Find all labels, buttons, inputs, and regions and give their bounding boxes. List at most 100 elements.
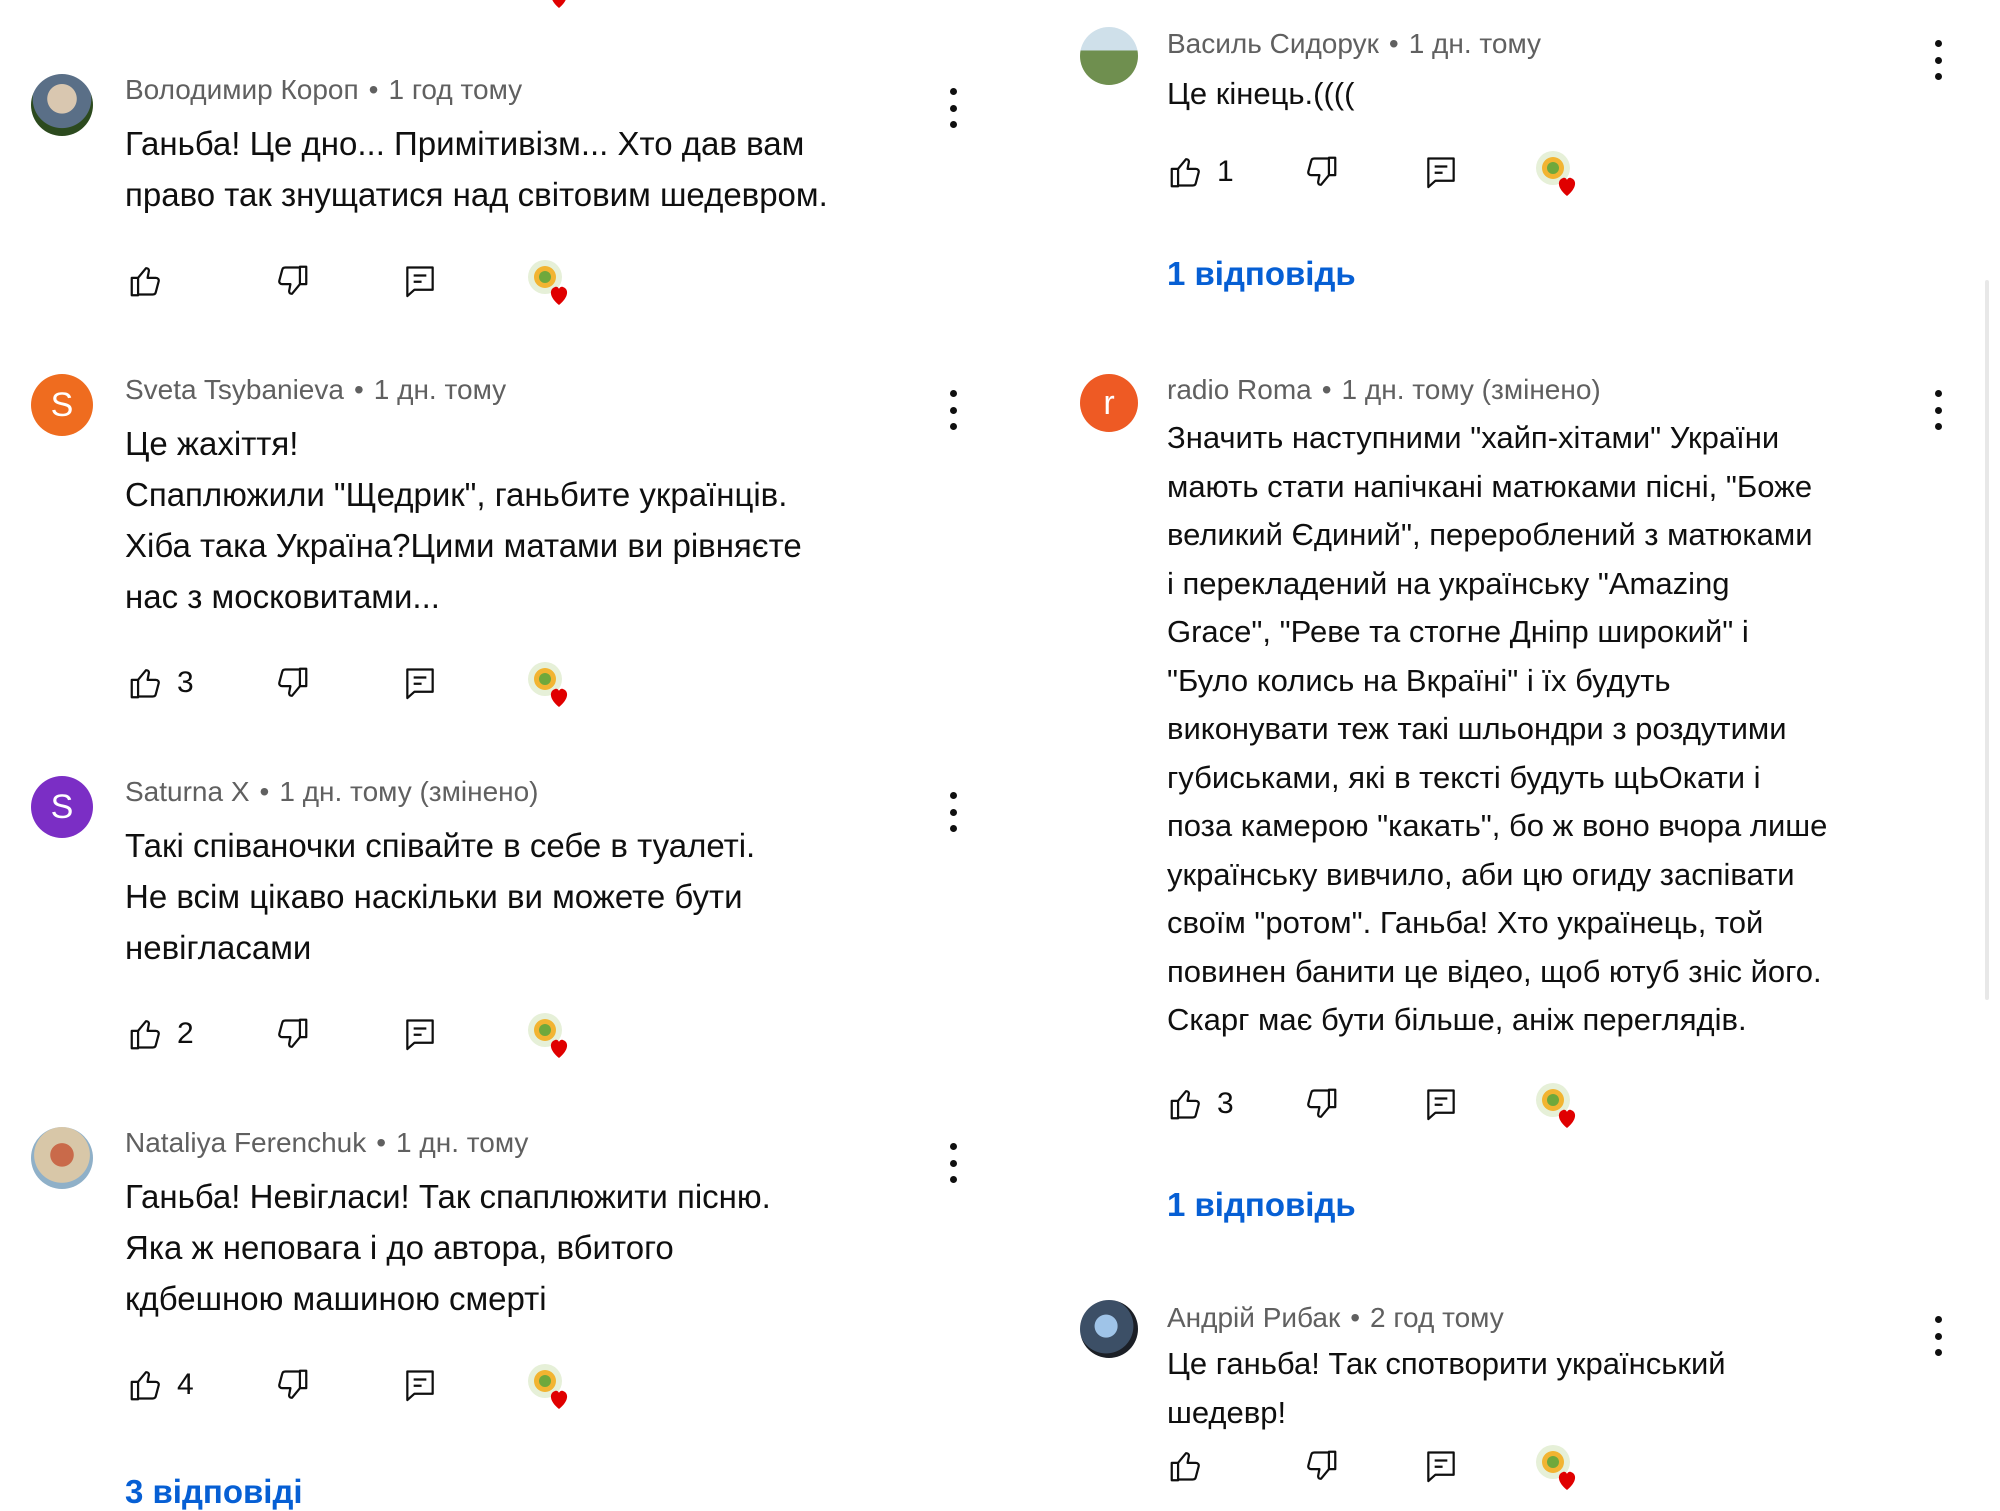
like-button[interactable]: 1 [1167, 150, 1234, 194]
comment-time[interactable]: 2 год тому [1370, 1302, 1504, 1333]
creator-heart-icon [1533, 148, 1583, 198]
comment-text: Ганьба! Невігласи! Так спаплюжити пісню.… [125, 1171, 965, 1324]
dislike-button[interactable] [273, 661, 311, 705]
meta-separator: • [259, 776, 270, 807]
like-button[interactable] [1167, 1444, 1205, 1488]
comment-line: Це кінець.(((( [1167, 76, 1355, 111]
left-comment-column: Володимир Короп • 1 год тому Ганьба! Це дн… [0, 0, 1000, 1510]
comment-line: Скарг має бути більше, аніж переглядів. [1167, 1002, 1747, 1037]
dislike-button[interactable] [1302, 1444, 1340, 1488]
comment-line: Це жахіття! [125, 425, 299, 462]
comment-line: українську вивчило, аби цю огиду заспіва… [1167, 856, 1795, 892]
comment-line: Спаплюжили "Щедрик", ганьбите українців. [125, 476, 788, 513]
like-button[interactable]: 2 [127, 1012, 194, 1056]
comment-author[interactable]: Sveta Tsybanieva [125, 374, 344, 405]
comment-thread: Володимир Короп • 1 год тому Ганьба! Це дн… [0, 0, 1000, 330]
dislike-button[interactable] [1302, 1082, 1340, 1126]
comment-line: право так знущатися над світовим шедевро… [125, 176, 828, 213]
comment-author[interactable]: Василь Сидорук [1167, 28, 1379, 59]
reply-button[interactable] [401, 259, 439, 303]
reply-icon [401, 262, 439, 300]
dislike-button[interactable] [1302, 150, 1340, 194]
comment-line: Не всім цікаво наскільки ви можете бути [125, 878, 743, 915]
meta-separator: • [368, 74, 379, 105]
comment-time[interactable]: 1 дн. тому (змінено) [279, 776, 538, 807]
comment-author[interactable]: Володимир Короп [125, 74, 359, 105]
comment-line: шедевр! [1167, 1394, 1287, 1430]
comment-time[interactable]: 1 год тому [388, 74, 522, 105]
reply-icon [1422, 1085, 1460, 1123]
like-count: 3 [1217, 1087, 1234, 1120]
comment-time[interactable]: 1 дн. тому [1409, 28, 1541, 59]
comment-author[interactable]: Saturna X [125, 776, 250, 807]
meta-separator: • [1388, 28, 1399, 59]
comment-time[interactable]: 1 дн. тому [374, 374, 506, 405]
like-button[interactable] [127, 259, 165, 303]
thumbs-up-icon [127, 262, 165, 300]
comment-author[interactable]: Андрій Рибак [1167, 1302, 1340, 1333]
comment-actions [125, 259, 625, 309]
meta-separator: • [376, 1127, 387, 1158]
comment-line: Хіба така Україна?Цими матами ви рівняєт… [125, 527, 802, 564]
avatar[interactable]: r [1080, 374, 1138, 432]
avatar[interactable] [1080, 1300, 1138, 1358]
creator-heart-icon [525, 1010, 575, 1060]
dislike-button[interactable] [273, 1363, 311, 1407]
meta-separator: • [1321, 374, 1332, 405]
comment-meta: Андрій Рибак • 2 год тому [1167, 1302, 1504, 1334]
comment-time[interactable]: 1 дн. тому (змінено) [1342, 374, 1601, 405]
view-replies-link[interactable]: 1 відповідь [1167, 1186, 1356, 1224]
thumbs-up-icon [1167, 1447, 1205, 1485]
comment-thread: S Sveta Tsybanieva • 1 дн. тому Це жахіття… [0, 370, 1000, 720]
like-count: 2 [177, 1017, 194, 1050]
avatar[interactable]: S [31, 776, 93, 838]
comment-thread: S Saturna X • 1 дн. тому (змінено) Такі сп… [0, 772, 1000, 1072]
scrollbar[interactable] [1985, 280, 1989, 1000]
reply-button[interactable] [1422, 1082, 1460, 1126]
like-count: 4 [177, 1368, 194, 1401]
thumbs-up-icon [127, 1015, 165, 1053]
comment-actions: 1 [1167, 150, 1667, 200]
comment-line: Це ганьба! Так спотворити український [1167, 1346, 1726, 1381]
reply-button[interactable] [1422, 1444, 1460, 1488]
comment-text: Це ганьба! Так спотворити український ше… [1167, 1340, 1997, 1437]
comment-line: кдбешною машиною смерті [125, 1280, 547, 1317]
avatar[interactable] [31, 1127, 93, 1189]
comment-line: поза камерою "какать", бо ж воно вчора л… [1167, 808, 1828, 843]
reply-button[interactable] [401, 661, 439, 705]
like-count: 3 [177, 666, 194, 699]
thumbs-down-icon [273, 1366, 311, 1404]
avatar[interactable]: S [31, 374, 93, 436]
comment-meta: Василь Сидорук • 1 дн. тому [1167, 28, 1541, 60]
dislike-button[interactable] [273, 259, 311, 303]
like-button[interactable]: 4 [127, 1363, 194, 1407]
avatar[interactable] [1080, 27, 1138, 85]
thumbs-down-icon [1302, 1447, 1340, 1485]
reply-button[interactable] [401, 1012, 439, 1056]
thumbs-up-icon [1167, 1085, 1205, 1123]
view-replies-link[interactable]: 3 відповіді [125, 1473, 303, 1511]
reply-icon [401, 1366, 439, 1404]
comment-line: нас з московитами... [125, 578, 440, 615]
comment-actions: 2 [125, 1012, 625, 1062]
comment-author[interactable]: Nataliya Ferenchuk [125, 1127, 366, 1158]
avatar[interactable] [31, 74, 93, 136]
like-button[interactable]: 3 [127, 661, 194, 705]
thumbs-down-icon [273, 262, 311, 300]
comment-author[interactable]: radio Roma [1167, 374, 1312, 405]
thumbs-down-icon [1302, 1085, 1340, 1123]
like-button[interactable]: 3 [1167, 1082, 1234, 1126]
comment-thread: Андрій Рибак • 2 год тому Це ганьба! Так с… [1040, 1300, 2000, 1502]
comment-line: Яка ж неповага і до автора, вбитого [125, 1229, 674, 1266]
creator-heart-icon [525, 1361, 575, 1411]
comment-time[interactable]: 1 дн. тому [396, 1127, 528, 1158]
creator-heart-icon [1533, 1442, 1583, 1492]
dislike-button[interactable] [273, 1012, 311, 1056]
view-replies-link[interactable]: 1 відповідь [1167, 255, 1356, 293]
comment-actions [1167, 1444, 1667, 1494]
reply-button[interactable] [1422, 150, 1460, 194]
comment-line: Значить наступними "хайп-хітами" України [1167, 420, 1780, 455]
reply-button[interactable] [401, 1363, 439, 1407]
comment-actions: 3 [1167, 1082, 1667, 1132]
right-comment-column: Василь Сидорук • 1 дн. тому Це кінець.((((… [1040, 0, 2000, 1502]
